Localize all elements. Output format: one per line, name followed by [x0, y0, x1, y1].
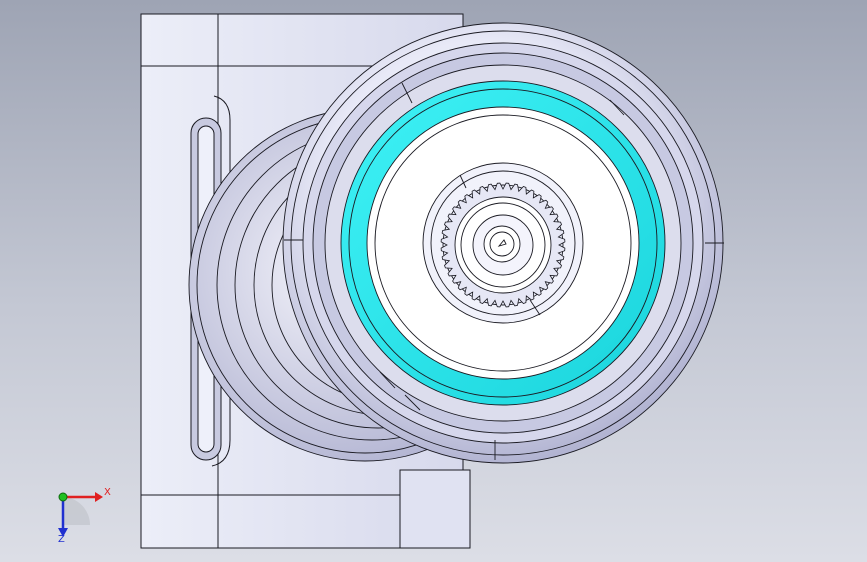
- cad-model-drawing: [58, 13, 724, 549]
- gear-hub[interactable]: [440, 182, 566, 308]
- x-axis-label: X: [104, 487, 111, 498]
- z-axis-label: Z: [58, 534, 65, 545]
- cad-graphics-viewport[interactable]: X Z: [0, 0, 867, 562]
- y-axis-dot: [58, 492, 68, 502]
- coordinate-triad: [58, 492, 103, 537]
